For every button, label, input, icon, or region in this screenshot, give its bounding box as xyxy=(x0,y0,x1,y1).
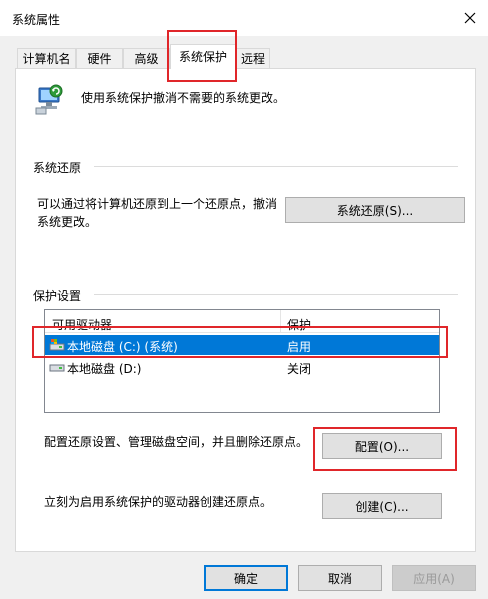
drive-system-icon xyxy=(49,338,65,352)
drive-c-status: 启用 xyxy=(287,340,312,354)
tab-computer-name[interactable]: 计算机名 xyxy=(17,48,76,68)
restore-description-line2: 系统更改。 xyxy=(37,215,98,229)
tab-remote[interactable]: 远程 xyxy=(236,48,270,68)
create-description: 立刻为启用系统保护的驱动器创建还原点。 xyxy=(44,495,273,509)
column-header-drive[interactable]: 可用驱动器 xyxy=(52,316,112,333)
header-description: 使用系统保护撤消不需要的系统更改。 xyxy=(81,91,286,105)
tab-hardware[interactable]: 硬件 xyxy=(76,48,123,68)
restore-description-line1: 可以通过将计算机还原到上一个还原点，撤消 xyxy=(37,197,278,211)
column-header-protection[interactable]: 保护 xyxy=(287,316,311,333)
restore-group-divider xyxy=(94,166,458,167)
restore-group-label: 系统还原 xyxy=(33,161,82,175)
protection-group-label: 保护设置 xyxy=(33,289,82,303)
create-button[interactable]: 创建(C)... xyxy=(322,493,442,519)
ok-button[interactable]: 确定 xyxy=(204,565,288,591)
configure-button[interactable]: 配置(O)... xyxy=(322,433,442,459)
drive-c-label: 本地磁盘 (C:) (系统) xyxy=(67,340,178,354)
drive-d-status: 关闭 xyxy=(287,362,312,376)
protection-group-divider xyxy=(94,294,458,295)
system-restore-button[interactable]: 系统还原(S)... xyxy=(285,197,465,223)
close-button[interactable] xyxy=(458,6,482,30)
tab-system-protection[interactable]: 系统保护 xyxy=(170,44,236,69)
system-protection-icon xyxy=(33,82,67,116)
close-icon xyxy=(464,12,476,24)
tab-advanced[interactable]: 高级 xyxy=(123,48,170,68)
configure-description: 配置还原设置、管理磁盘空间，并且删除还原点。 xyxy=(44,435,309,449)
drive-icon xyxy=(49,360,65,374)
title-bar xyxy=(0,0,488,36)
column-divider xyxy=(280,310,281,332)
apply-button[interactable]: 应用(A) xyxy=(392,565,476,591)
drive-d-label: 本地磁盘 (D:) xyxy=(67,362,142,376)
window-title: 系统属性 xyxy=(12,13,61,27)
cancel-button[interactable]: 取消 xyxy=(298,565,382,591)
